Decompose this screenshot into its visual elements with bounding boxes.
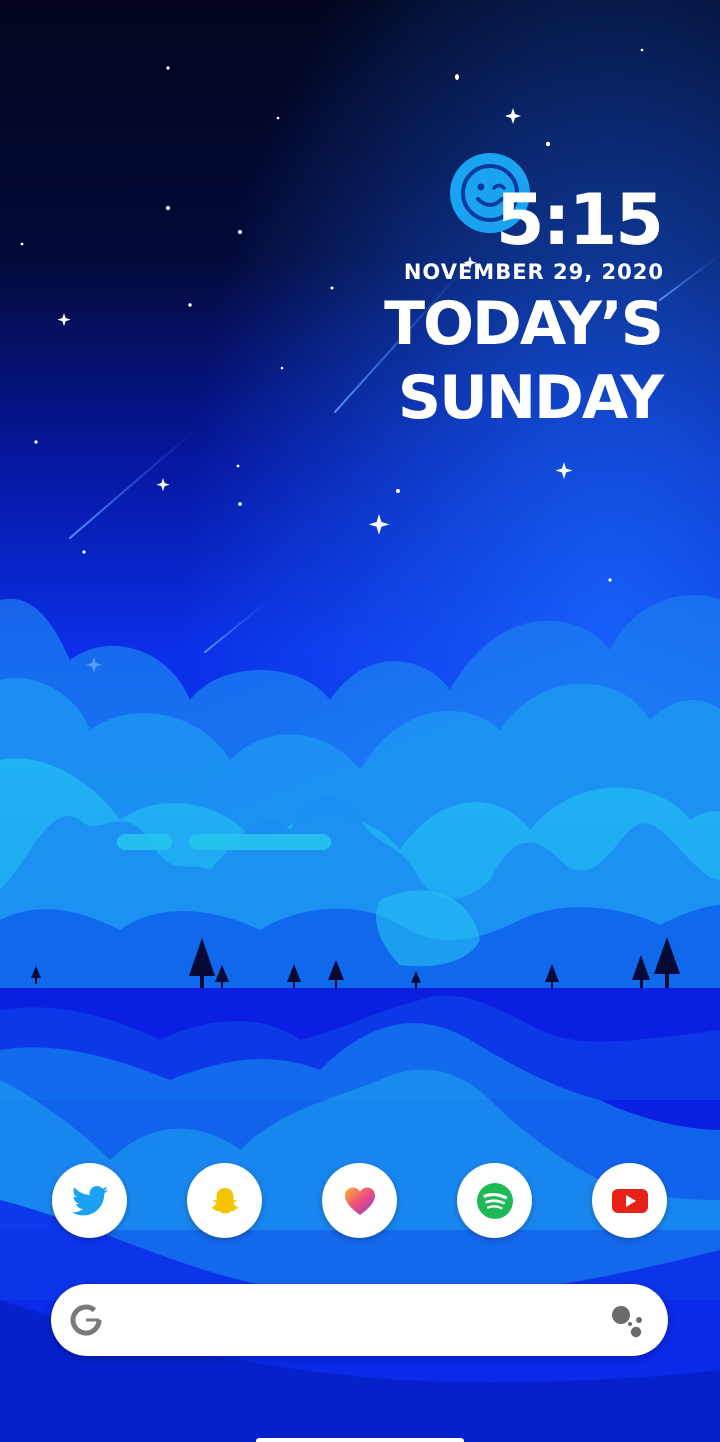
navigation-handle[interactable] (256, 1438, 464, 1442)
snapchat-ghost-icon (211, 1187, 238, 1213)
home-screen: 5:15 NOVEMBER 29, 2020 TODAY’S SUNDAY (0, 0, 720, 1442)
google-g-icon[interactable] (69, 1303, 103, 1337)
spotify-icon (476, 1182, 513, 1219)
twitter-bird-icon (71, 1185, 108, 1215)
heart-icon (344, 1187, 375, 1215)
youtube-play-icon (611, 1188, 648, 1213)
heart-app-button[interactable] (322, 1163, 397, 1238)
clock-widget[interactable]: 5:15 NOVEMBER 29, 2020 TODAY’S SUNDAY (0, 0, 720, 440)
snapchat-app-button[interactable] (187, 1163, 262, 1238)
clock-time[interactable]: 5:15 (496, 176, 664, 264)
google-search-bar[interactable] (51, 1284, 668, 1356)
spotify-app-button[interactable] (457, 1163, 532, 1238)
clock-date[interactable]: NOVEMBER 29, 2020 (404, 258, 664, 286)
twitter-app-button[interactable] (52, 1163, 127, 1238)
day-headline-line1: TODAY’S (384, 289, 664, 359)
youtube-app-button[interactable] (592, 1163, 667, 1238)
google-assistant-icon[interactable] (610, 1304, 646, 1340)
day-headline-line2: SUNDAY (397, 363, 664, 433)
